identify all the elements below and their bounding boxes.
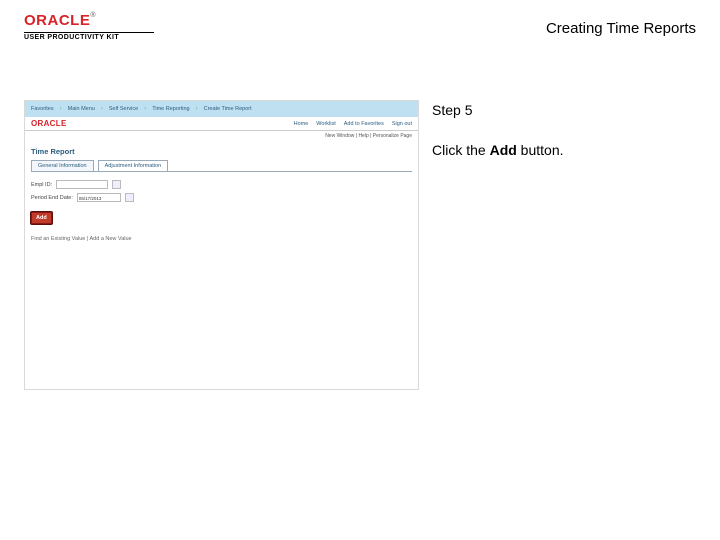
embedded-screenshot: Favorites › Main Menu › Self Service › T… [24,100,419,390]
emplid-label: Empl ID: [31,182,52,188]
info-line: New Window | Help | Personalize Page [25,131,418,141]
brand-word: ORACLE [24,12,90,29]
worklist-link[interactable]: Worklist [316,121,335,127]
emplid-row: Empl ID: [25,178,418,191]
brand-divider [24,32,154,33]
breadcrumb-item[interactable]: Main Menu [68,106,95,112]
breadcrumb-bar: Favorites › Main Menu › Self Service › T… [25,101,418,117]
breadcrumb-sep: › [196,106,198,112]
breadcrumb-item[interactable]: Create Time Report [204,106,252,112]
emplid-input[interactable] [56,180,108,189]
home-link[interactable]: Home [294,121,309,127]
breadcrumb-sep: › [144,106,146,112]
add-button[interactable]: Add [31,212,52,224]
breadcrumb-item[interactable]: Favorites [31,106,54,112]
page-title: Creating Time Reports [546,20,696,37]
brand-subtitle: USER PRODUCTIVITY KIT [24,34,154,41]
tab-general-info[interactable]: General Information [31,160,94,171]
calendar-icon[interactable] [125,193,134,202]
tab-row: General Information Adjustment Informati… [25,160,418,171]
page-header: ORACLE® USER PRODUCTIVITY KIT Creating T… [24,12,696,52]
breadcrumb-item[interactable]: Time Reporting [152,106,189,112]
instruction-bold: Add [490,142,517,158]
brand-tm: ® [90,12,95,19]
signout-link[interactable]: Sign out [392,121,412,127]
oracle-logo: ORACLE® USER PRODUCTIVITY KIT [24,12,154,41]
lookup-icon[interactable] [112,180,121,189]
step-label: Step 5 [432,100,696,122]
breadcrumb-sep: › [101,106,103,112]
section-heading: Time Report [25,141,418,160]
breadcrumb-sep: › [60,106,62,112]
footer-note: Find an Existing Value | Add a New Value [25,236,418,242]
instruction-pre: Click the [432,142,490,158]
instruction-panel: Step 5 Click the Add button. [432,100,696,179]
app-logo-bar: ORACLE Home Worklist Add to Favorites Si… [25,117,418,131]
instruction-post: button. [517,142,564,158]
instruction-line: Click the Add button. [432,140,696,162]
period-end-input[interactable]: 05/17/2013 [77,193,121,202]
period-end-row: Period End Date: 05/17/2013 [25,191,418,204]
favorites-link[interactable]: Add to Favorites [344,121,384,127]
tab-adjustment-info[interactable]: Adjustment Information [98,160,169,171]
breadcrumb-item[interactable]: Self Service [109,106,138,112]
app-util-links: Home Worklist Add to Favorites Sign out [294,121,412,127]
tab-underline [31,171,412,172]
app-brand-word: ORACLE [31,119,67,128]
period-end-label: Period End Date: [31,195,73,201]
